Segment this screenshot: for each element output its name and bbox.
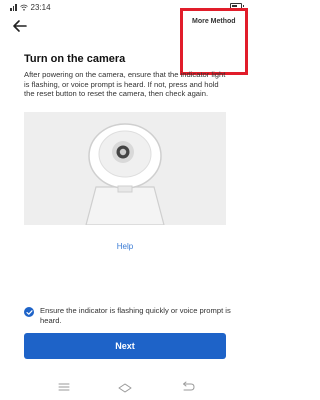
- next-button[interactable]: Next: [24, 333, 226, 359]
- confirm-checkbox-row[interactable]: Ensure the indicator is flashing quickly…: [24, 306, 234, 325]
- page-title: Turn on the camera: [24, 53, 126, 65]
- home-icon[interactable]: [117, 380, 133, 394]
- checkmark-icon: [25, 309, 33, 315]
- camera-illustration: [24, 112, 226, 226]
- camera-illustration-icon: [85, 123, 165, 226]
- nav-back-icon[interactable]: [180, 380, 196, 394]
- checkbox-checked-icon[interactable]: [24, 307, 34, 317]
- confirm-label: Ensure the indicator is flashing quickly…: [40, 306, 231, 325]
- help-link[interactable]: Help: [0, 242, 250, 251]
- highlight-box: [180, 8, 248, 75]
- status-left: 23:14: [10, 3, 51, 12]
- status-time: 23:14: [30, 3, 51, 12]
- battery-fill: [232, 5, 237, 7]
- wifi-icon: [19, 4, 28, 11]
- back-arrow-icon[interactable]: [10, 16, 30, 36]
- system-nav-bar: [0, 376, 250, 400]
- menu-icon[interactable]: [56, 380, 72, 394]
- instruction-text: After powering on the camera, ensure tha…: [24, 70, 226, 99]
- signal-icon: [10, 4, 17, 11]
